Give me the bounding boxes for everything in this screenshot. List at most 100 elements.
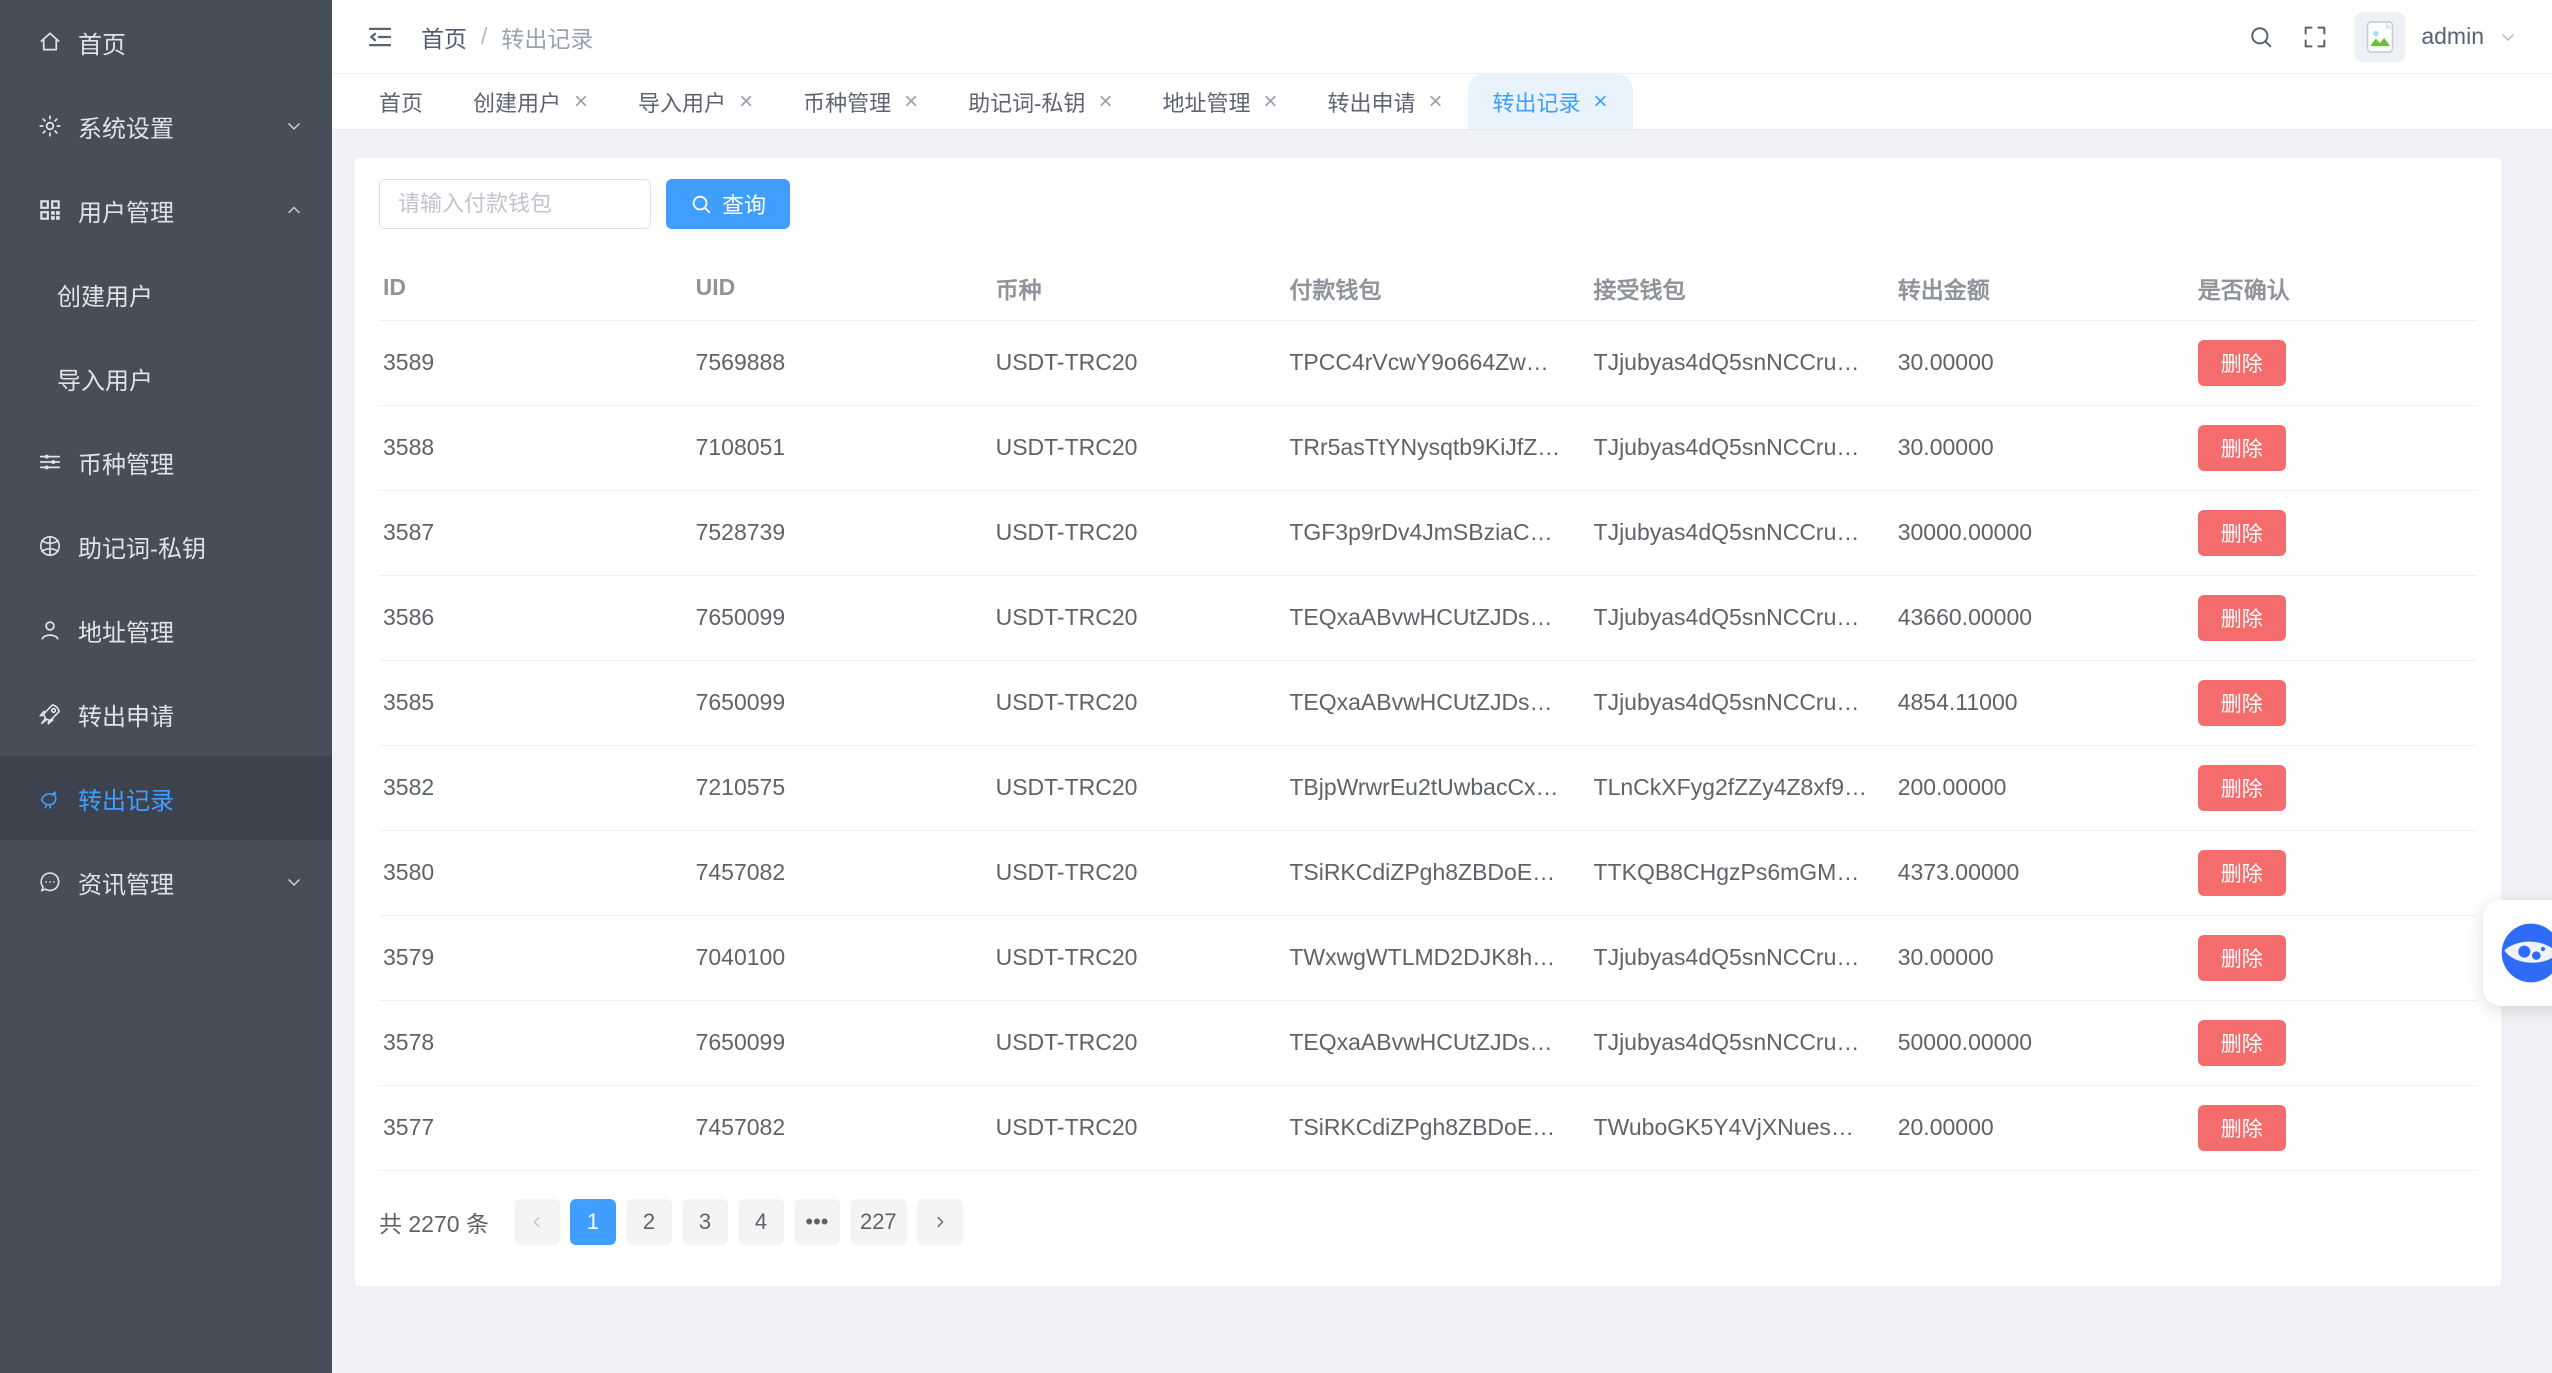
sidebar-item-mnemonic-private-key[interactable]: 助记词-私钥 — [0, 504, 332, 588]
sidebar-item-coin-management[interactable]: 币种管理 — [0, 420, 332, 504]
tab-首页[interactable]: 首页 — [354, 74, 448, 129]
close-icon[interactable]: × — [1098, 90, 1112, 114]
delete-button[interactable]: 删除 — [2198, 595, 2286, 641]
breadcrumb-home[interactable]: 首页 — [421, 20, 467, 54]
cell-amount: 43660.00000 — [1894, 575, 2194, 660]
sidebar-item-create-user[interactable]: 创建用户 — [0, 252, 332, 336]
search-input[interactable] — [379, 179, 651, 229]
close-icon[interactable]: × — [904, 90, 918, 114]
delete-button[interactable]: 删除 — [2198, 765, 2286, 811]
page-ellipsis[interactable]: ••• — [794, 1199, 840, 1245]
column-header: 转出金额 — [1894, 266, 2194, 320]
tab-币种管理[interactable]: 币种管理× — [778, 74, 943, 129]
cell-to: TTKQB8CHgzPs6mGM… — [1590, 830, 1894, 915]
sidebar-item-label: 资讯管理 — [78, 865, 174, 900]
close-icon[interactable]: × — [1429, 90, 1443, 114]
cell-actions: 删除 — [2194, 660, 2477, 745]
delete-button[interactable]: 删除 — [2198, 850, 2286, 896]
tab-地址管理[interactable]: 地址管理× — [1137, 74, 1302, 129]
close-icon[interactable]: × — [1594, 90, 1608, 114]
prev-page-button[interactable] — [514, 1199, 560, 1245]
page-button-2[interactable]: 2 — [626, 1199, 672, 1245]
cell-from: TEQxaABvwHCUtZJDs… — [1285, 575, 1589, 660]
column-header: UID — [692, 266, 992, 320]
close-icon[interactable]: × — [1263, 90, 1277, 114]
sidebar-item-transfer-records[interactable]: 转出记录 — [0, 756, 332, 840]
tabbar: 首页创建用户×导入用户×币种管理×助记词-私钥×地址管理×转出申请×转出记录× — [332, 74, 2552, 130]
floating-widget[interactable] — [2483, 900, 2552, 1006]
sidebar-item-address-management[interactable]: 地址管理 — [0, 588, 332, 672]
pagination: 共 2270 条 1234•••227 — [379, 1199, 2477, 1245]
delete-button[interactable]: 删除 — [2198, 680, 2286, 726]
cell-to: TJjubyas4dQ5snNCCru… — [1590, 915, 1894, 1000]
delete-button[interactable]: 删除 — [2198, 1020, 2286, 1066]
tab-助记词-私钥[interactable]: 助记词-私钥× — [943, 74, 1137, 129]
tab-转出申请[interactable]: 转出申请× — [1302, 74, 1467, 129]
cell-amount: 30.00000 — [1894, 320, 2194, 405]
tab-label: 创建用户 — [473, 86, 561, 118]
topbar: 首页 / 转出记录 admin — [332, 0, 2552, 74]
delete-button[interactable]: 删除 — [2198, 1105, 2286, 1151]
toolbar: 查询 — [379, 179, 2477, 229]
username[interactable]: admin — [2421, 23, 2484, 50]
page-button-227[interactable]: 227 — [850, 1199, 907, 1245]
query-button[interactable]: 查询 — [666, 179, 790, 229]
table-row: 35797040100USDT-TRC20TWxwgWTLMD2DJK8h…TJ… — [379, 915, 2477, 1000]
cell-to: TJjubyas4dQ5snNCCru… — [1590, 405, 1894, 490]
sidebar-item-label: 币种管理 — [78, 445, 174, 480]
tab-创建用户[interactable]: 创建用户 × — [448, 74, 613, 129]
fullscreen-icon[interactable] — [2301, 23, 2329, 51]
sidebar-item-news-management[interactable]: 资讯管理 — [0, 840, 332, 924]
close-icon[interactable]: × — [574, 90, 588, 114]
cell-to: TLnCkXFyg2fZZy4Z8xf9… — [1590, 745, 1894, 830]
delete-button[interactable]: 删除 — [2198, 425, 2286, 471]
cell-amount: 50000.00000 — [1894, 1000, 2194, 1085]
cell-to: TJjubyas4dQ5snNCCru… — [1590, 1000, 1894, 1085]
cell-amount: 4854.11000 — [1894, 660, 2194, 745]
delete-button[interactable]: 删除 — [2198, 510, 2286, 556]
breadcrumb-separator: / — [481, 23, 487, 50]
delete-button[interactable]: 删除 — [2198, 340, 2286, 386]
cell-amount: 30.00000 — [1894, 915, 2194, 1000]
tab-导入用户[interactable]: 导入用户× — [613, 74, 778, 129]
cell-from: TEQxaABvwHCUtZJDs… — [1285, 1000, 1589, 1085]
home-icon — [37, 29, 63, 55]
delete-button[interactable]: 删除 — [2198, 935, 2286, 981]
cell-coin: USDT-TRC20 — [992, 575, 1286, 660]
sidebar-item-user-management[interactable]: 用户管理 — [0, 168, 332, 252]
next-page-button[interactable] — [917, 1199, 963, 1245]
sidebar-item-transfer-request[interactable]: 转出申请 — [0, 672, 332, 756]
globe-icon — [37, 533, 63, 559]
cell-id: 3589 — [379, 320, 692, 405]
search-icon[interactable] — [2247, 23, 2275, 51]
chevron-down-icon — [284, 872, 304, 892]
column-header: 币种 — [992, 266, 1286, 320]
cell-from: TBjpWrwrEu2tUwbacCx… — [1285, 745, 1589, 830]
comment-icon — [37, 869, 63, 895]
cell-from: TSiRKCdiZPgh8ZBDoE… — [1285, 830, 1589, 915]
pagination-total: 共 2270 条 — [379, 1205, 489, 1239]
close-icon[interactable]: × — [739, 90, 753, 114]
hamburger-icon[interactable] — [365, 22, 395, 52]
cell-actions: 删除 — [2194, 915, 2477, 1000]
page-button-1[interactable]: 1 — [570, 1199, 616, 1245]
page-button-4[interactable]: 4 — [738, 1199, 784, 1245]
sidebar-item-label: 首页 — [78, 25, 126, 60]
cell-actions: 删除 — [2194, 745, 2477, 830]
cell-id: 3578 — [379, 1000, 692, 1085]
cell-to: TJjubyas4dQ5snNCCru… — [1590, 320, 1894, 405]
cell-uid: 7650099 — [692, 575, 992, 660]
cell-id: 3577 — [379, 1085, 692, 1170]
sidebar-item-label: 助记词-私钥 — [78, 529, 206, 564]
cell-uid: 7650099 — [692, 660, 992, 745]
sidebar-item-home[interactable]: 首页 — [0, 0, 332, 84]
cell-actions: 删除 — [2194, 490, 2477, 575]
tab-转出记录[interactable]: 转出记录× — [1468, 74, 1633, 129]
sidebar-item-import-user[interactable]: 导入用户 — [0, 336, 332, 420]
column-header: 付款钱包 — [1285, 266, 1589, 320]
sidebar-item-system-settings[interactable]: 系统设置 — [0, 84, 332, 168]
avatar[interactable] — [2355, 12, 2405, 62]
page-button-3[interactable]: 3 — [682, 1199, 728, 1245]
column-header: 是否确认 — [2194, 266, 2477, 320]
chevron-down-icon[interactable] — [2498, 27, 2518, 47]
